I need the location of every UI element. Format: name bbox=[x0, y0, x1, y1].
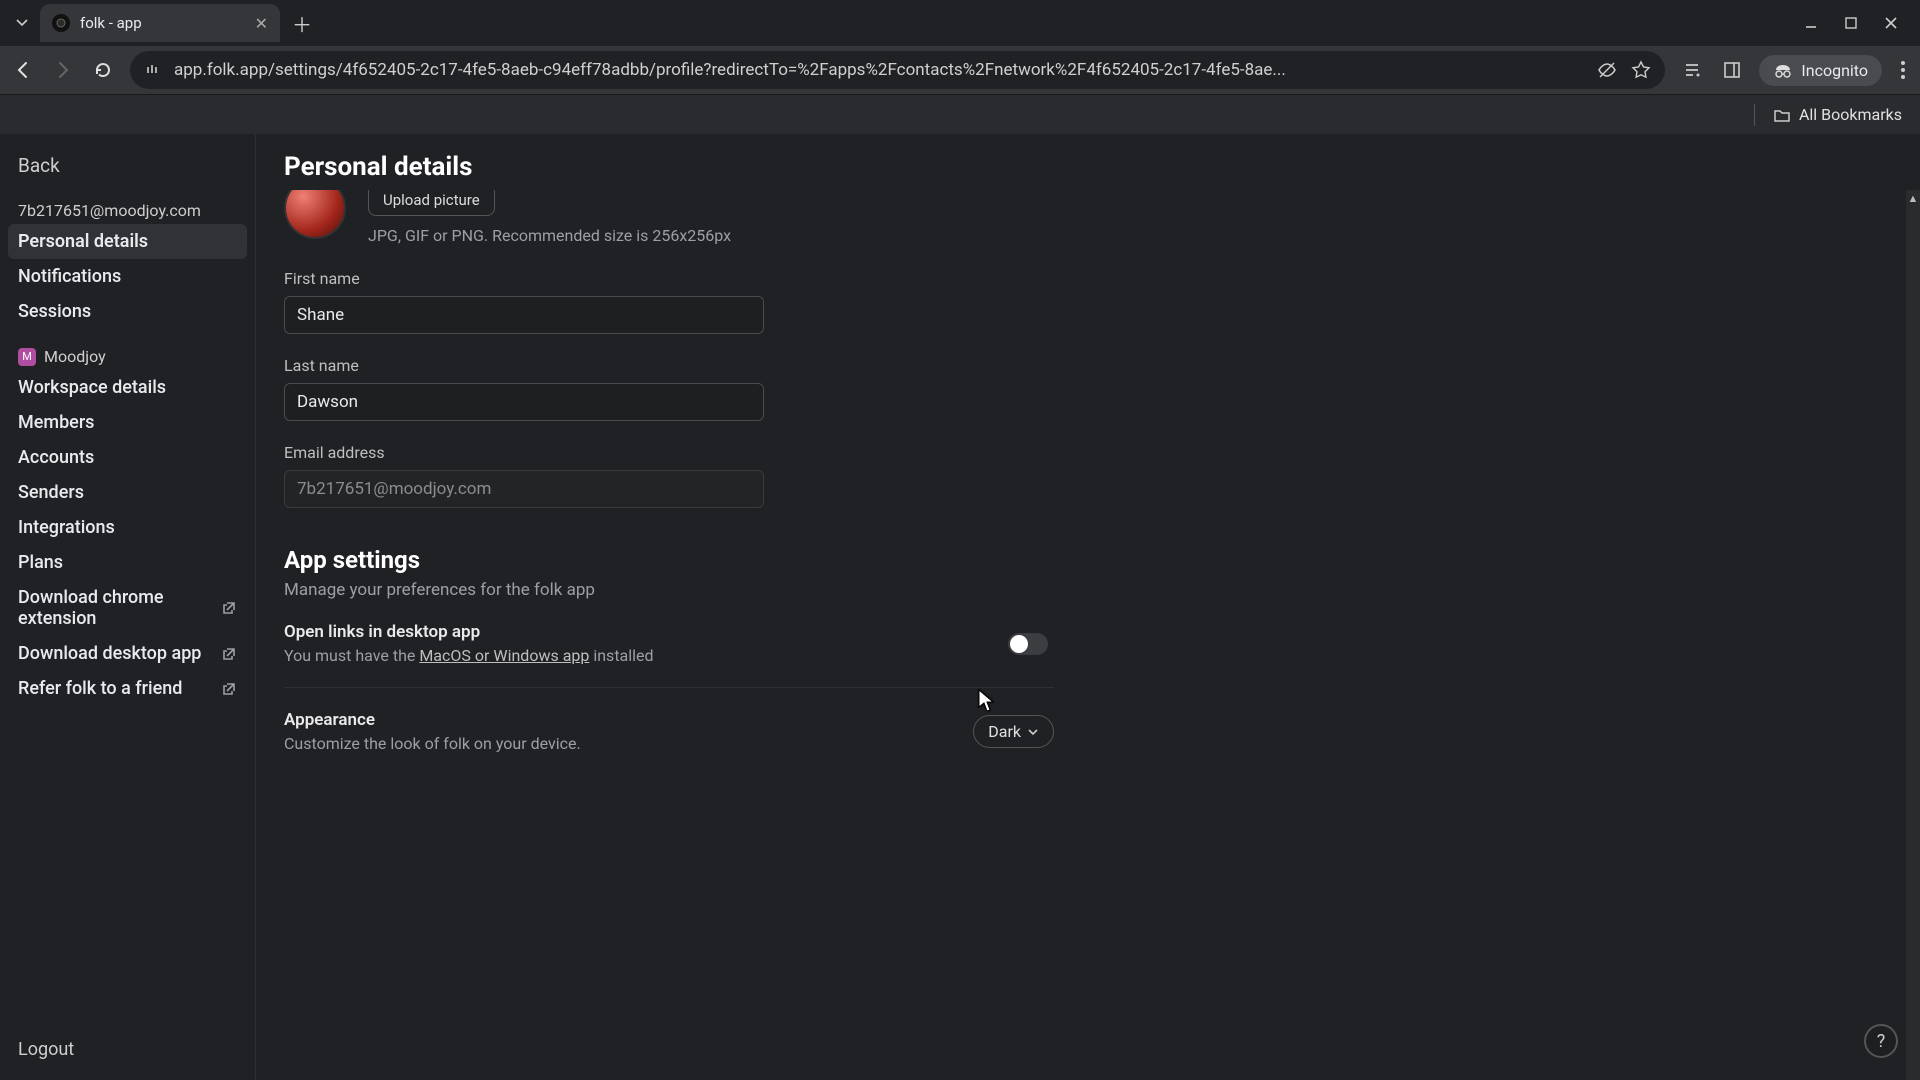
sidebar-item-refer[interactable]: Refer folk to a friend bbox=[8, 671, 247, 706]
sidebar-item-label: Integrations bbox=[18, 517, 115, 538]
minimize-window-icon[interactable] bbox=[1804, 16, 1818, 30]
reading-list-icon[interactable] bbox=[1679, 57, 1705, 83]
tab-title: folk - app bbox=[80, 14, 245, 32]
reload-button[interactable] bbox=[90, 57, 116, 83]
incognito-label: Incognito bbox=[1801, 61, 1868, 80]
sidebar-item-notifications[interactable]: Notifications bbox=[8, 259, 247, 294]
upload-hint: JPG, GIF or PNG. Recommended size is 256… bbox=[368, 226, 731, 245]
eye-off-icon[interactable] bbox=[1597, 60, 1617, 80]
sidebar-item-members[interactable]: Members bbox=[8, 405, 247, 440]
workspace-name: Moodjoy bbox=[44, 347, 106, 366]
sidebar-item-label: Download chrome extension bbox=[18, 587, 221, 629]
appearance-value: Dark bbox=[988, 722, 1021, 741]
sidebar-item-label: Senders bbox=[18, 482, 84, 503]
email-field bbox=[284, 470, 764, 508]
app-settings-subheading: Manage your preferences for the folk app bbox=[284, 580, 1054, 600]
main-scroll-area[interactable]: Upload picture JPG, GIF or PNG. Recommen… bbox=[256, 190, 1906, 1080]
tab-favicon bbox=[52, 14, 70, 32]
sidebar-user-email: 7b217651@moodjoy.com bbox=[8, 195, 247, 224]
sidebar-item-plans[interactable]: Plans bbox=[8, 545, 247, 580]
appearance-title: Appearance bbox=[284, 710, 973, 730]
folder-icon bbox=[1773, 106, 1791, 124]
open-links-desc: You must have the MacOS or Windows app i… bbox=[284, 646, 1008, 665]
nav-back-button[interactable] bbox=[10, 57, 36, 83]
sidebar-item-label: Accounts bbox=[18, 447, 94, 468]
sidebar-item-personal-details[interactable]: Personal details bbox=[8, 224, 247, 259]
sidebar-item-integrations[interactable]: Integrations bbox=[8, 510, 247, 545]
open-links-suffix: installed bbox=[589, 646, 653, 665]
logout-button[interactable]: Logout bbox=[8, 1029, 247, 1070]
new-tab-button[interactable]: ＋ bbox=[286, 7, 318, 39]
url-text: app.folk.app/settings/4f652405-2c17-4fe5… bbox=[174, 60, 1585, 80]
close-tab-icon[interactable]: ✕ bbox=[255, 14, 268, 33]
sidebar-item-senders[interactable]: Senders bbox=[8, 475, 247, 510]
close-window-icon[interactable] bbox=[1884, 16, 1898, 30]
appearance-select[interactable]: Dark bbox=[973, 715, 1054, 748]
back-link[interactable]: Back bbox=[8, 148, 247, 195]
sidebar-item-label: Notifications bbox=[18, 266, 121, 287]
sidebar-item-sessions[interactable]: Sessions bbox=[8, 294, 247, 329]
sidebar-item-chrome-extension[interactable]: Download chrome extension bbox=[8, 580, 247, 636]
maximize-window-icon[interactable] bbox=[1844, 16, 1858, 30]
external-link-icon bbox=[221, 646, 237, 662]
sidebar-item-label: Personal details bbox=[18, 231, 148, 252]
open-links-toggle[interactable] bbox=[1008, 633, 1048, 655]
all-bookmarks-label: All Bookmarks bbox=[1799, 105, 1902, 124]
scroll-up-arrow[interactable]: ▲ bbox=[1906, 190, 1920, 206]
app-settings-heading: App settings bbox=[284, 546, 1054, 574]
bookmarks-divider bbox=[1754, 104, 1755, 126]
first-name-label: First name bbox=[284, 269, 1054, 288]
tab-search-button[interactable] bbox=[8, 9, 36, 37]
incognito-badge[interactable]: Incognito bbox=[1759, 55, 1882, 86]
side-panel-icon[interactable] bbox=[1719, 57, 1745, 83]
last-name-field[interactable] bbox=[284, 383, 764, 421]
open-links-title: Open links in desktop app bbox=[284, 622, 1008, 642]
help-button[interactable]: ? bbox=[1864, 1024, 1898, 1058]
sidebar-item-label: Members bbox=[18, 412, 94, 433]
workspace-badge: M bbox=[18, 348, 36, 366]
upload-picture-button[interactable]: Upload picture bbox=[368, 190, 495, 216]
chevron-down-icon bbox=[1027, 726, 1039, 738]
sidebar-item-accounts[interactable]: Accounts bbox=[8, 440, 247, 475]
page-title: Personal details bbox=[284, 152, 1892, 182]
scrollbar[interactable]: ▲ bbox=[1906, 190, 1920, 1080]
sidebar-item-label: Refer folk to a friend bbox=[18, 678, 182, 699]
email-label: Email address bbox=[284, 443, 1054, 462]
sidebar-item-label: Workspace details bbox=[18, 377, 166, 398]
bookmark-star-icon[interactable] bbox=[1631, 60, 1651, 80]
sidebar-item-label: Plans bbox=[18, 552, 63, 573]
site-info-icon[interactable] bbox=[144, 61, 162, 79]
address-bar[interactable]: app.folk.app/settings/4f652405-2c17-4fe5… bbox=[130, 51, 1665, 89]
desktop-app-link[interactable]: MacOS or Windows app bbox=[419, 646, 589, 665]
sidebar-item-workspace-details[interactable]: Workspace details bbox=[8, 370, 247, 405]
sidebar-item-desktop-app[interactable]: Download desktop app bbox=[8, 636, 247, 671]
avatar[interactable] bbox=[284, 190, 346, 239]
all-bookmarks-button[interactable]: All Bookmarks bbox=[1773, 105, 1902, 124]
browser-menu-icon[interactable] bbox=[1896, 60, 1910, 80]
last-name-label: Last name bbox=[284, 356, 1054, 375]
browser-tab[interactable]: folk - app ✕ bbox=[40, 4, 280, 42]
external-link-icon bbox=[221, 600, 237, 616]
appearance-desc: Customize the look of folk on your devic… bbox=[284, 734, 973, 753]
sidebar-item-label: Download desktop app bbox=[18, 643, 201, 664]
sidebar-item-label: Sessions bbox=[18, 301, 91, 322]
external-link-icon bbox=[221, 681, 237, 697]
open-links-prefix: You must have the bbox=[284, 646, 419, 665]
nav-forward-button[interactable] bbox=[50, 57, 76, 83]
first-name-field[interactable] bbox=[284, 296, 764, 334]
toggle-knob bbox=[1010, 635, 1028, 653]
